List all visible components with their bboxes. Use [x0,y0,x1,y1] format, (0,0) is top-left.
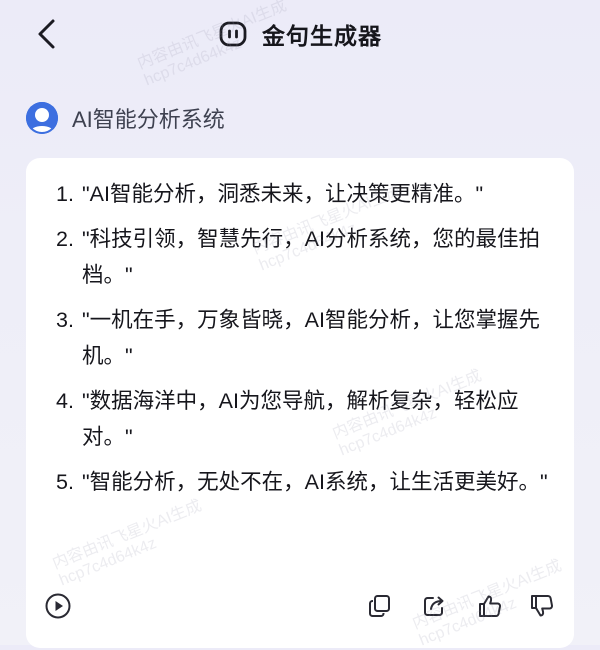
response-actions [26,590,574,630]
list-item: 1. "AI智能分析，洞悉未来，让决策更精准。" [56,176,556,213]
bot-icon [219,21,247,47]
app-header: 金句生成器 [0,0,600,70]
page-title: 金句生成器 [262,23,382,49]
thumbs-down-icon [531,595,553,617]
list-item: 3. "一机在手，万象皆晓，AI智能分析，让您掌握先机。" [56,302,556,375]
response-list: 1. "AI智能分析，洞悉未来，让决策更精准。" 2. "科技引领，智慧先行，A… [56,176,556,508]
list-item: 5. "智能分析，无处不在，AI系统，让生活更美好。" [56,464,556,501]
response-card: 1. "AI智能分析，洞悉未来，让决策更精准。" 2. "科技引领，智慧先行，A… [26,158,574,648]
share-icon [424,596,444,616]
copy-icon [369,595,390,617]
item-text: "科技引领，智慧先行，AI分析系统，您的最佳拍档。" [82,226,540,288]
play-audio-button[interactable] [42,590,74,622]
agent-name: AI智能分析系统 [72,107,225,132]
list-item: 4. "数据海洋中，AI为您导航，解析复杂，轻松应对。" [56,383,556,456]
item-text: "智能分析，无处不在，AI系统，让生活更美好。" [82,469,548,494]
thumbs-up-icon [479,595,501,617]
thumbs-up-button[interactable] [474,590,506,622]
item-number: 1. [56,182,74,206]
item-number: 4. [56,388,74,413]
item-text: "AI智能分析，洞悉未来，让决策更精准。" [82,182,484,206]
play-icon [45,593,71,619]
user-icon [26,102,58,134]
item-number: 5. [56,469,74,494]
thumbs-down-button[interactable] [526,590,558,622]
item-text: "一机在手，万象皆晓，AI智能分析，让您掌握先机。" [82,307,540,369]
item-number: 2. [56,226,74,251]
copy-button[interactable] [364,590,396,622]
agent-header: AI智能分析系统 [26,98,225,138]
share-button[interactable] [418,590,450,622]
avatar[interactable] [26,102,58,134]
item-number: 3. [56,307,74,332]
title-group: 金句生成器 [0,14,600,54]
item-text: "数据海洋中，AI为您导航，解析复杂，轻松应对。" [82,388,519,450]
list-item: 2. "科技引领，智慧先行，AI分析系统，您的最佳拍档。" [56,221,556,294]
